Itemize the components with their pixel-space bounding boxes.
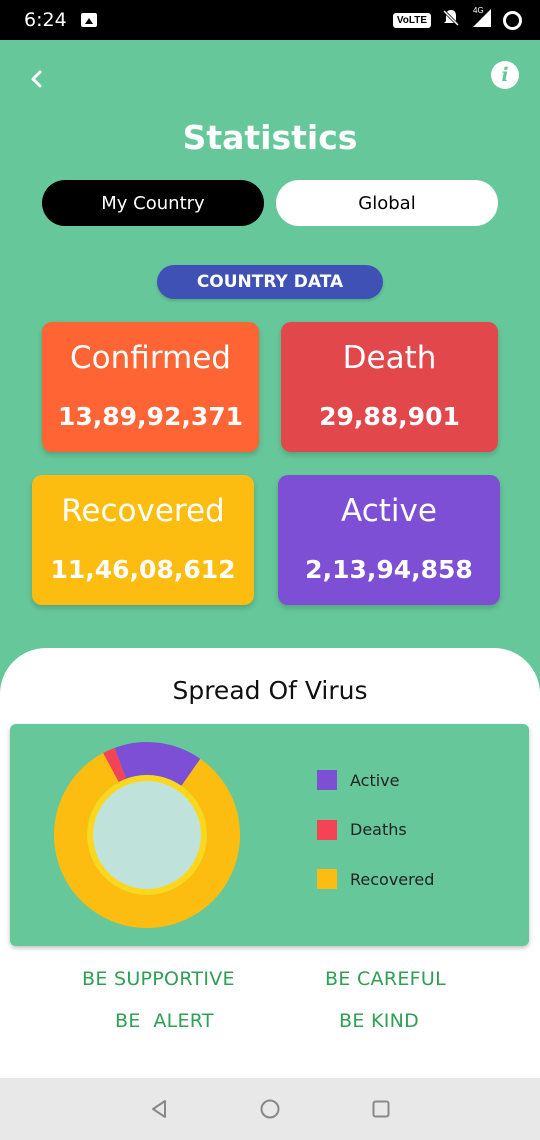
nav-recents-icon bbox=[372, 1100, 390, 1118]
active-label: Active bbox=[341, 493, 437, 529]
slogan-be-careful: BE CAREFUL bbox=[325, 968, 446, 990]
active-value: 2,13,94,858 bbox=[305, 555, 473, 584]
battery-ring-icon bbox=[503, 10, 522, 30]
tab-my-country[interactable]: My Country bbox=[42, 180, 264, 226]
nav-recents-button[interactable] bbox=[368, 1096, 394, 1122]
death-card: Death 29,88,901 bbox=[281, 322, 498, 452]
page-title: Statistics bbox=[182, 118, 358, 157]
legend-label-recovered: Recovered bbox=[350, 869, 435, 889]
spread-title: Spread Of Virus bbox=[172, 676, 368, 705]
tab-global[interactable]: Global bbox=[276, 180, 498, 226]
legend-label-active: Active bbox=[350, 770, 400, 790]
legend-item-deaths: Deaths bbox=[317, 819, 434, 840]
donut-chart bbox=[54, 742, 241, 928]
country-data-label: COUNTRY DATA bbox=[157, 265, 383, 299]
nav-back-button[interactable] bbox=[146, 1096, 172, 1122]
confirmed-card: Confirmed 13,89,92,371 bbox=[42, 322, 259, 452]
info-icon: i bbox=[501, 64, 509, 86]
legend-label-deaths: Deaths bbox=[350, 820, 407, 839]
signal-icon: 4G bbox=[471, 5, 493, 33]
legend-swatch-recovered bbox=[317, 869, 337, 889]
nav-home-button[interactable] bbox=[257, 1096, 283, 1122]
slogan-be-supportive: BE SUPPORTIVE bbox=[82, 968, 235, 990]
chart-legend: Active Deaths Recovered bbox=[317, 770, 434, 919]
nav-home-icon bbox=[260, 1099, 280, 1119]
status-bar: 6:24 VoLTE 4G bbox=[0, 0, 540, 40]
confirmed-label: Confirmed bbox=[70, 340, 231, 376]
chevron-left-icon bbox=[31, 70, 42, 88]
death-label: Death bbox=[342, 340, 437, 376]
info-button[interactable]: i bbox=[491, 61, 519, 89]
active-card: Active 2,13,94,858 bbox=[278, 475, 500, 605]
volte-badge: VoLTE bbox=[392, 12, 431, 28]
status-time: 6:24 bbox=[24, 9, 67, 31]
recovered-label: Recovered bbox=[61, 493, 225, 529]
image-notification-icon bbox=[80, 13, 97, 27]
recovered-value: 11,46,08,612 bbox=[50, 555, 236, 584]
notifications-off-icon bbox=[441, 8, 461, 33]
legend-item-recovered: Recovered bbox=[317, 869, 434, 889]
death-value: 29,88,901 bbox=[319, 402, 460, 431]
recovered-card: Recovered 11,46,08,612 bbox=[32, 475, 254, 605]
legend-swatch-active bbox=[317, 770, 337, 790]
slogan-be-kind: BE KIND bbox=[339, 1010, 420, 1032]
slogan-be-alert: BE ALERT bbox=[115, 1010, 214, 1032]
confirmed-value: 13,89,92,371 bbox=[57, 402, 244, 431]
network-type: 4G bbox=[473, 5, 484, 15]
nav-back-icon bbox=[152, 1100, 166, 1118]
legend-item-active: Active bbox=[317, 770, 434, 790]
back-button[interactable] bbox=[22, 64, 52, 94]
spread-chart-card: Active Deaths Recovered bbox=[10, 724, 529, 946]
legend-swatch-deaths bbox=[317, 819, 337, 840]
donut-hole bbox=[93, 781, 201, 889]
